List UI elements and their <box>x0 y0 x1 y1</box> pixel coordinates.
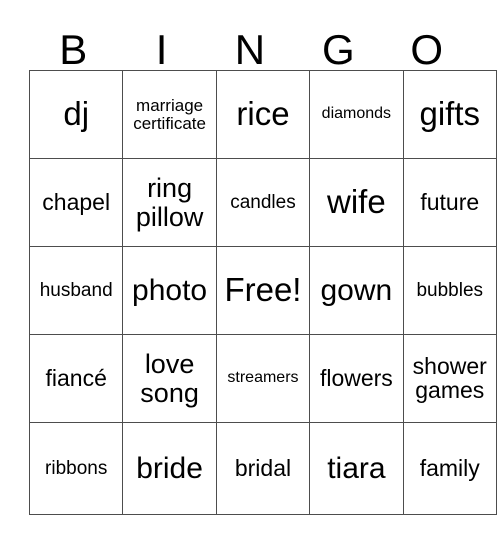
bingo-cell[interactable]: ring pillow <box>122 158 217 247</box>
bingo-cell-label: bridal <box>234 454 292 481</box>
bingo-cell-label: dj <box>63 95 90 133</box>
bingo-cell-label: shower games <box>412 352 487 403</box>
bingo-cell-label: flowers <box>319 364 393 391</box>
bingo-header-letter-g: G <box>294 16 382 70</box>
bingo-cell-label: rice <box>236 95 290 133</box>
bingo-cell[interactable]: chapel <box>28 158 124 247</box>
bingo-cell-label: fiancé <box>45 364 107 391</box>
bingo-header-letter-b: B <box>29 16 117 70</box>
bingo-row: ribbons bride bridal tiara family <box>28 422 497 515</box>
bingo-cell[interactable]: fiancé <box>28 334 124 423</box>
bingo-cell[interactable]: candles <box>215 158 311 247</box>
bingo-cell-label: family <box>419 454 480 481</box>
bingo-cell-label: streamers <box>227 369 299 387</box>
bingo-row: husband photo Free! gown bubbles <box>28 246 497 335</box>
bingo-cell-label: diamonds <box>321 105 392 123</box>
bingo-cell[interactable]: ribbons <box>28 422 124 515</box>
bingo-row: dj marriage certificate rice diamonds gi… <box>28 70 497 159</box>
bingo-cell[interactable]: bride <box>122 422 217 515</box>
bingo-cell[interactable]: future <box>402 158 497 247</box>
bingo-cell[interactable]: bubbles <box>402 246 497 335</box>
bingo-cell-label: love song <box>140 349 199 408</box>
bingo-cell[interactable]: wife <box>309 158 404 247</box>
bingo-card: B I N G O dj marriage certificate rice d… <box>28 16 497 515</box>
bingo-cell-label: ring pillow <box>135 173 204 232</box>
header-letter-text: G <box>322 25 355 73</box>
bingo-row: chapel ring pillow candles wife future <box>28 158 497 247</box>
bingo-cell[interactable]: marriage certificate <box>122 70 217 159</box>
header-letter-text: O <box>410 25 444 73</box>
bingo-cell-free[interactable]: Free! <box>215 246 311 335</box>
bingo-header-letter-i: I <box>117 16 205 70</box>
bingo-header-letter-o: O <box>383 16 471 70</box>
bingo-cell[interactable]: gifts <box>402 70 497 159</box>
bingo-header-letter-n: N <box>206 16 294 70</box>
header-letter-text: B <box>59 25 88 73</box>
bingo-cell[interactable]: husband <box>28 246 124 335</box>
bingo-row: fiancé love song streamers flowers showe… <box>28 334 497 423</box>
bingo-cell-label: ribbons <box>45 457 108 479</box>
bingo-cell-label: future <box>420 188 480 215</box>
header-letter-text: N <box>234 25 266 73</box>
bingo-cell[interactable]: gown <box>309 246 404 335</box>
bingo-cell-label: marriage certificate <box>133 95 206 133</box>
bingo-header-row: B I N G O <box>29 16 471 70</box>
bingo-cell[interactable]: streamers <box>215 334 311 423</box>
bingo-cell[interactable]: family <box>402 422 497 515</box>
bingo-cell[interactable]: diamonds <box>309 70 404 159</box>
bingo-cell-label: photo <box>132 273 208 307</box>
bingo-cell[interactable]: tiara <box>309 422 404 515</box>
bingo-cell-label: gown <box>320 273 393 307</box>
bingo-free-label: Free! <box>224 271 302 309</box>
bingo-cell[interactable]: flowers <box>309 334 404 423</box>
bingo-cell[interactable]: dj <box>28 70 124 159</box>
bingo-cell-label: husband <box>39 279 113 301</box>
bingo-cell-label: bride <box>136 451 203 485</box>
bingo-cell[interactable]: love song <box>122 334 217 423</box>
bingo-cell[interactable]: bridal <box>215 422 311 515</box>
bingo-cell-label: bubbles <box>416 279 484 301</box>
bingo-cell-label: wife <box>327 183 386 221</box>
bingo-cell-label: candles <box>230 191 296 213</box>
bingo-cell[interactable]: rice <box>215 70 311 159</box>
bingo-grid: dj marriage certificate rice diamonds gi… <box>28 70 497 515</box>
bingo-cell[interactable]: shower games <box>402 334 497 423</box>
bingo-cell-label: tiara <box>327 451 386 485</box>
header-letter-text: I <box>155 25 168 73</box>
bingo-cell-label: chapel <box>42 188 111 215</box>
bingo-cell-label: gifts <box>419 95 481 133</box>
bingo-cell[interactable]: photo <box>122 246 217 335</box>
